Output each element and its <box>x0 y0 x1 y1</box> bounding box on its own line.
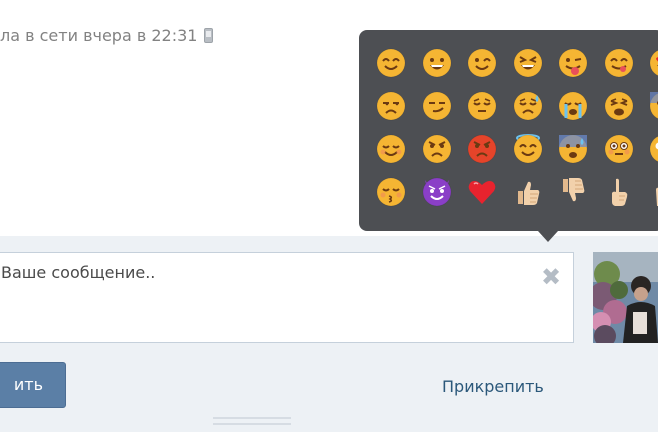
grin-emoji-icon[interactable] <box>421 47 453 79</box>
send-button[interactable]: ить <box>0 362 66 408</box>
angry-emoji-icon[interactable] <box>421 133 453 165</box>
rage-emoji-icon[interactable] <box>466 133 498 165</box>
scream-emoji-icon[interactable] <box>648 133 658 165</box>
relieved-emoji-icon[interactable] <box>375 133 407 165</box>
unamused-emoji-icon[interactable] <box>375 90 407 122</box>
thumbs-up-emoji-icon[interactable] <box>512 176 544 208</box>
innocent-emoji-icon[interactable] <box>512 133 544 165</box>
cold-sweat-emoji-icon[interactable] <box>648 90 658 122</box>
kissing-closed-eyes-emoji-icon[interactable] <box>375 176 407 208</box>
online-status: ла в сети вчера в 22:31 <box>0 26 214 45</box>
wink-emoji-icon[interactable] <box>466 47 498 79</box>
resize-handle[interactable] <box>213 417 291 425</box>
point-up-emoji-icon[interactable] <box>603 176 635 208</box>
disappointed-relieved-emoji-icon[interactable] <box>512 90 544 122</box>
red-heart-emoji-icon[interactable] <box>466 176 498 208</box>
attach-link[interactable]: Прикрепить <box>442 377 544 396</box>
pensive-emoji-icon[interactable] <box>466 90 498 122</box>
message-input[interactable]: Ваше сообщение.. ✖ <box>0 252 574 343</box>
laugh-emoji-icon[interactable] <box>512 47 544 79</box>
avatar[interactable] <box>593 252 658 343</box>
smirk-emoji-icon[interactable] <box>421 90 453 122</box>
flushed-emoji-icon[interactable] <box>603 133 635 165</box>
clear-icon[interactable]: ✖ <box>541 265 561 289</box>
last-seen-text: ла в сети вчера в 22:31 <box>0 26 198 45</box>
heart-eyes-emoji-icon[interactable] <box>648 47 658 79</box>
tongue-wink-emoji-icon[interactable] <box>557 47 589 79</box>
imp-emoji-icon[interactable] <box>421 176 453 208</box>
mobile-phone-icon <box>204 28 214 43</box>
message-placeholder: Ваше сообщение.. <box>1 263 156 282</box>
emoji-picker-pointer <box>538 231 558 242</box>
message-composer: Ваше сообщение.. ✖ ить Прикрепить <box>0 236 658 432</box>
smile-emoji-icon[interactable] <box>375 47 407 79</box>
anxious-sweat-emoji-icon[interactable] <box>557 133 589 165</box>
raised-hand-emoji-icon[interactable] <box>648 176 658 208</box>
sob-emoji-icon[interactable] <box>557 90 589 122</box>
weary-emoji-icon[interactable] <box>603 90 635 122</box>
emoji-picker <box>359 30 658 231</box>
thumbs-down-emoji-icon[interactable] <box>557 176 589 208</box>
yum-emoji-icon[interactable] <box>603 47 635 79</box>
